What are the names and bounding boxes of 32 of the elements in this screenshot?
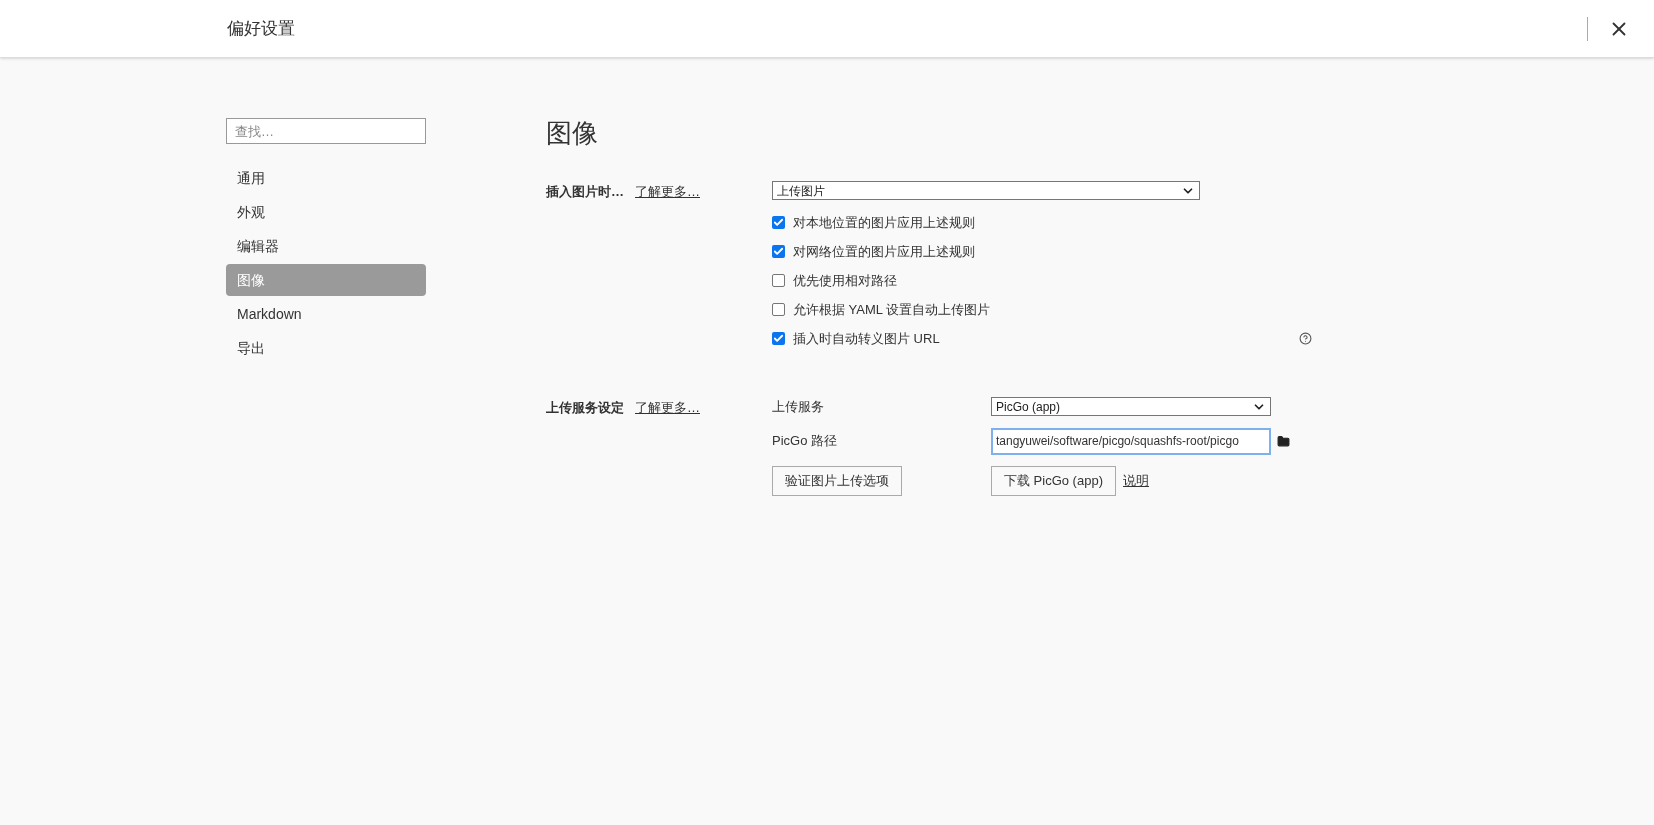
insert-action-select[interactable]: 上传图片	[772, 181, 1200, 200]
checkbox[interactable]	[772, 303, 785, 316]
checkbox-label: 插入时自动转义图片 URL	[793, 329, 940, 348]
search-field[interactable]: 查找…	[226, 118, 426, 144]
checkbox[interactable]	[772, 274, 785, 287]
folder-icon[interactable]	[1277, 434, 1290, 448]
learn-more-link[interactable]: 了解更多…	[635, 398, 700, 418]
setting-label: 插入图片时…	[546, 183, 624, 201]
setting-label: 上传服务设定	[546, 399, 624, 417]
setting-label: PicGo 路径	[772, 432, 838, 451]
sidebar-item[interactable]: Markdown	[226, 298, 426, 330]
learn-more-link[interactable]: 了解更多…	[635, 182, 700, 202]
section-heading: 图像	[546, 117, 599, 150]
verify-button[interactable]: 验证图片上传选项	[772, 465, 902, 496]
path-field[interactable]: tangyuwei/software/picgo/squashfs-root/picgo	[991, 427, 1271, 455]
checkbox-label: 对网络位置的图片应用上述规则	[793, 242, 975, 261]
checkbox[interactable]	[772, 216, 785, 229]
window-title: 偏好设置	[227, 17, 295, 40]
sidebar-item[interactable]: 外观	[226, 196, 426, 228]
checkbox[interactable]	[772, 332, 785, 345]
checkbox[interactable]	[772, 245, 785, 258]
sidebar-item[interactable]: 编辑器	[226, 230, 426, 262]
setting-label: 上传服务	[772, 398, 825, 416]
checkbox-label: 优先使用相对路径	[793, 271, 897, 290]
download-button[interactable]: 下载 PicGo (app)	[991, 465, 1116, 496]
sidebar-item[interactable]: 导出	[226, 332, 426, 364]
checkbox-label: 对本地位置的图片应用上述规则	[793, 213, 975, 232]
help-icon[interactable]	[1299, 332, 1312, 345]
checkbox-label: 允许根据 YAML 设置自动上传图片	[793, 300, 991, 319]
upload-service-select[interactable]: PicGo (app)	[991, 397, 1271, 417]
sidebar-item[interactable]: 通用	[226, 162, 426, 194]
help-link[interactable]: 说明	[1123, 470, 1149, 491]
